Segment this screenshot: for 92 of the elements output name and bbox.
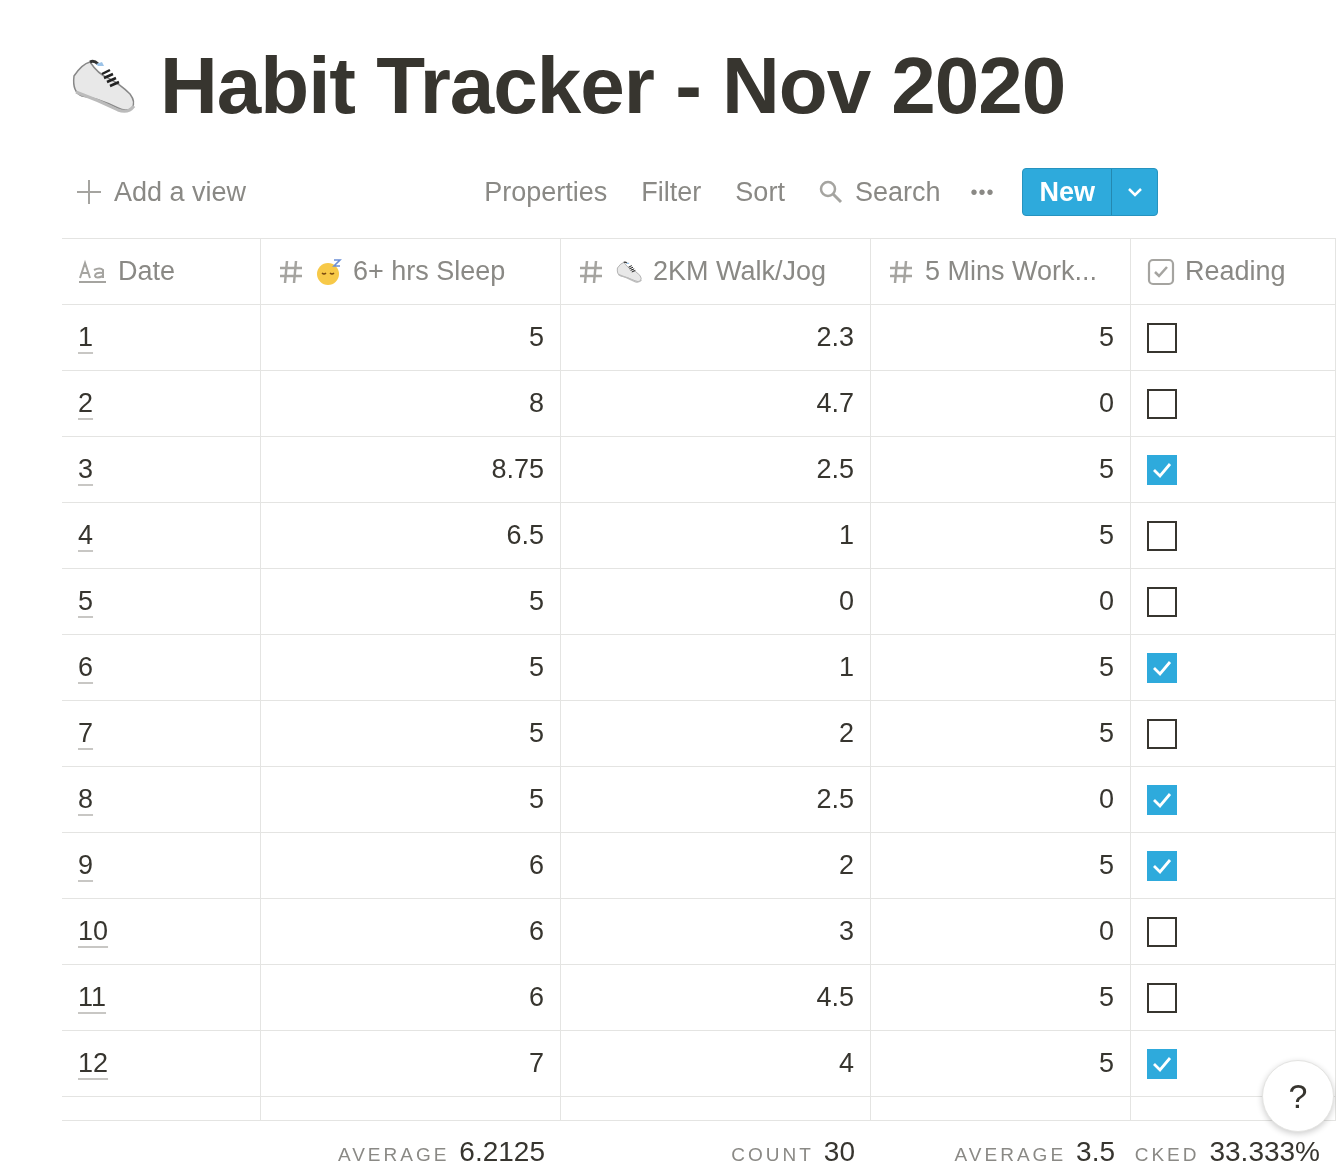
table-cell: 1 [561, 503, 871, 568]
table-cell: 6 [261, 833, 561, 898]
table-cell: 5 [871, 833, 1131, 898]
checkbox[interactable] [1147, 322, 1177, 353]
table-cell: 5 [871, 503, 1131, 568]
calculation-label: AVERAGE [954, 1143, 1067, 1166]
calculation-label: COUNT [731, 1143, 814, 1166]
table-cell: 8 [261, 371, 561, 436]
row-title-link[interactable]: 11 [78, 982, 107, 1013]
table-cell: 0 [871, 569, 1131, 634]
table-cell: 0 [561, 569, 871, 634]
calculation-value: 33.333% [1209, 1135, 1320, 1168]
table-cell: 4.5 [561, 965, 871, 1030]
checkbox[interactable] [1147, 982, 1177, 1013]
row-title-link[interactable]: 1 [78, 322, 94, 353]
row-title-link[interactable]: 7 [78, 718, 94, 749]
more-button[interactable]: ••• [970, 180, 995, 204]
column-header[interactable]: 6+ hrs Sleep [261, 239, 561, 304]
column-header[interactable]: 2KM Walk/Jog [561, 239, 871, 304]
table-cell: 0 [871, 767, 1131, 832]
table-cell: 5 [261, 569, 561, 634]
search-icon [818, 180, 843, 204]
toolbar-button[interactable]: Filter [641, 176, 702, 208]
caret-icon [1126, 187, 1143, 197]
checkbox[interactable] [1147, 454, 1177, 485]
plus-icon [76, 179, 102, 205]
row-title-link[interactable]: 9 [78, 850, 94, 881]
table-cell: 0 [871, 371, 1131, 436]
row-title-link[interactable]: 10 [78, 916, 109, 947]
calculation-label: CKED [1134, 1143, 1200, 1166]
table-cell: 5 [871, 701, 1131, 766]
table-cell: 4 [561, 1031, 871, 1096]
checkbox[interactable] [1147, 850, 1177, 881]
table-cell: 2 [561, 701, 871, 766]
table-cell: 7 [261, 1031, 561, 1096]
row-title-link[interactable]: 5 [78, 586, 94, 617]
table-cell: 1 [561, 635, 871, 700]
checkbox[interactable] [1147, 1048, 1177, 1079]
toolbar-button[interactable]: Sort [735, 176, 785, 208]
table-cell: 2.5 [561, 767, 871, 832]
table-cell: 2.3 [561, 305, 871, 370]
column-label: 6+ hrs Sleep [353, 256, 506, 287]
table-cell: 5 [261, 701, 561, 766]
column-label: 5 Mins Work... [925, 256, 1098, 287]
table-cell: 4.7 [561, 371, 871, 436]
text-type-icon [78, 258, 108, 285]
checkbox[interactable] [1147, 520, 1177, 551]
row-title-link[interactable]: 12 [78, 1048, 109, 1079]
table-cell: 6 [261, 965, 561, 1030]
table-cell: 3 [561, 899, 871, 964]
table-cell: 2 [561, 833, 871, 898]
table-cell: 5 [871, 1031, 1131, 1096]
help-button[interactable]: ? [1262, 1060, 1334, 1132]
checkbox-type-icon [1147, 257, 1175, 286]
table-cell: 2.5 [561, 437, 871, 502]
table-cell: 6.5 [261, 503, 561, 568]
row-title-link[interactable]: 2 [78, 388, 94, 419]
column-header[interactable]: Date [62, 239, 261, 304]
row-title-link[interactable]: 4 [78, 520, 94, 551]
checkbox[interactable] [1147, 388, 1177, 419]
column-header[interactable]: 5 Mins Work... [871, 239, 1131, 304]
checkbox[interactable] [1147, 784, 1177, 815]
table-cell: 8.75 [261, 437, 561, 502]
table-cell: 0 [871, 899, 1131, 964]
calculation-label: AVERAGE [337, 1143, 450, 1166]
toolbar-button[interactable]: Properties [484, 176, 608, 208]
checkbox[interactable] [1147, 652, 1177, 683]
calculation-value: 6.2125 [459, 1135, 545, 1168]
table-cell: 5 [871, 635, 1131, 700]
checkbox[interactable] [1147, 586, 1177, 617]
page-title: Habit Tracker - Nov 2020 [160, 40, 1066, 132]
checkbox[interactable] [1147, 916, 1177, 947]
checkbox[interactable] [1147, 718, 1177, 749]
column-label: Reading [1185, 256, 1286, 287]
row-title-link[interactable]: 3 [78, 454, 94, 485]
column-label: 2KM Walk/Jog [653, 256, 827, 287]
calculation-value: 3.5 [1076, 1135, 1115, 1168]
table-cell: 6 [261, 899, 561, 964]
table-cell: 5 [871, 965, 1131, 1030]
table-cell: 5 [261, 767, 561, 832]
calculation-value: 30 [823, 1135, 855, 1168]
table-cell: 5 [261, 305, 561, 370]
table-cell: 5 [871, 305, 1131, 370]
row-title-link[interactable]: 8 [78, 784, 94, 815]
column-label: Date [118, 256, 176, 287]
table-cell: 5 [261, 635, 561, 700]
table-cell: 5 [871, 437, 1131, 502]
column-header[interactable]: Reading [1131, 239, 1336, 304]
add-view-button[interactable]: Add a view [76, 176, 247, 208]
sleepy-face-icon [315, 257, 343, 286]
row-title-link[interactable]: 6 [78, 652, 94, 683]
search-button[interactable]: Search [818, 176, 941, 208]
